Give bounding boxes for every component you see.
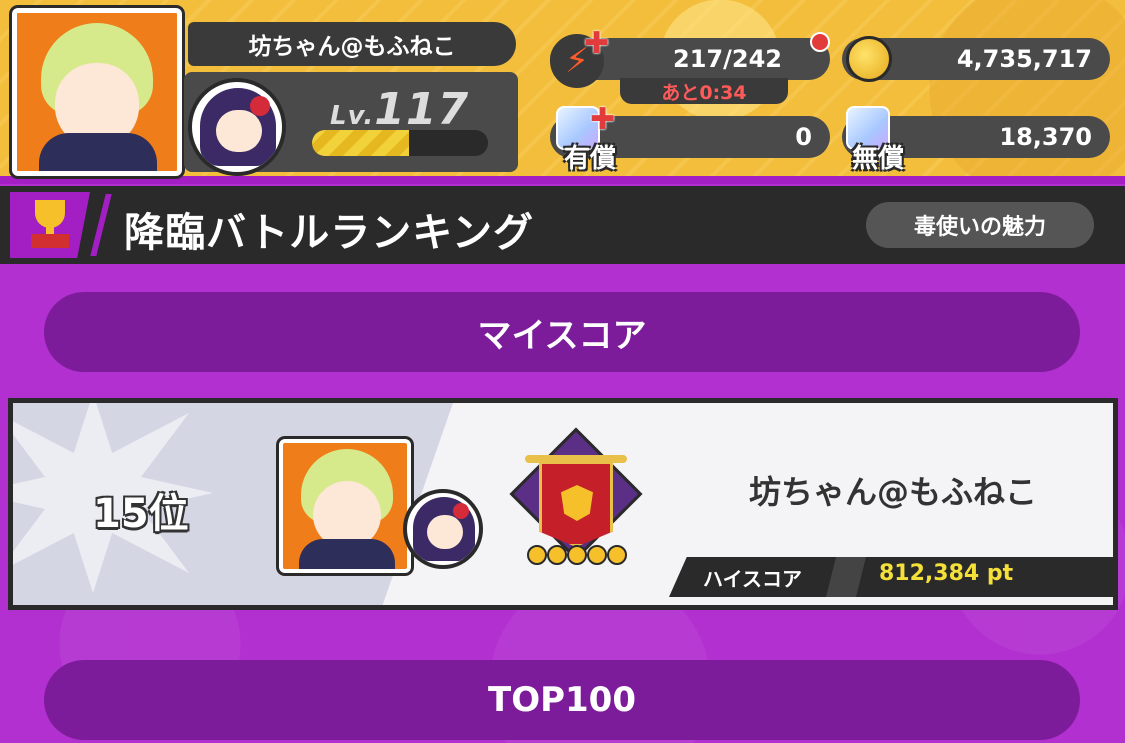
notification-dot xyxy=(810,32,830,52)
avatar-body xyxy=(39,133,157,171)
rank-partner-avatar xyxy=(403,489,483,569)
free-gem-value: 18,370 xyxy=(999,123,1092,151)
coin-icon xyxy=(846,36,892,82)
rank-player-avatar xyxy=(279,439,411,573)
paid-gem-label: 有償 xyxy=(564,144,617,174)
high-score-value: 812,384 pt xyxy=(879,561,1014,586)
rank-player-name: 坊ちゃん@もふねこ xyxy=(748,473,1037,511)
player-avatar[interactable] xyxy=(12,8,182,176)
coin-value: 4,735,717 xyxy=(956,45,1092,73)
theme-button[interactable]: 毒使いの魅力 xyxy=(866,202,1094,248)
trophy-badge xyxy=(10,192,90,258)
rank-emblem-icon xyxy=(509,427,643,579)
partner-ribbon xyxy=(250,96,270,116)
my-rank-card[interactable]: 15位 坊ちゃん@もふねこ ハイスコア 812,384 pt xyxy=(8,398,1118,610)
top100-header[interactable]: TOP100 xyxy=(44,660,1080,740)
rank-card-inner: 15位 坊ちゃん@もふねこ ハイスコア 812,384 pt xyxy=(13,403,1113,605)
rank-position: 15位 xyxy=(93,491,189,537)
energy-timer: あと0:34 xyxy=(620,78,788,104)
xp-fill xyxy=(312,130,409,156)
header-stripe xyxy=(0,176,1125,184)
level-prefix: Lv. xyxy=(330,101,375,131)
player-name: 坊ちゃん@もふねこ xyxy=(188,22,516,66)
my-score-header[interactable]: マイスコア xyxy=(44,292,1080,372)
add-energy-icon[interactable]: ✚ xyxy=(584,26,609,61)
page-title: 降臨バトルランキング xyxy=(124,210,534,256)
free-gem-label: 無償 xyxy=(852,144,905,174)
paid-gem-value: 0 xyxy=(795,123,812,151)
xp-bar xyxy=(312,130,488,156)
trophy-icon xyxy=(27,200,73,250)
add-gem-icon[interactable]: ✚ xyxy=(590,102,615,137)
player-level: Lv.117 xyxy=(330,84,469,135)
partner-face xyxy=(216,110,262,152)
high-score-label: ハイスコア xyxy=(703,567,802,591)
energy-value: 217/242 xyxy=(673,45,782,73)
level-value: 117 xyxy=(374,84,470,135)
partner-avatar[interactable] xyxy=(188,78,286,176)
